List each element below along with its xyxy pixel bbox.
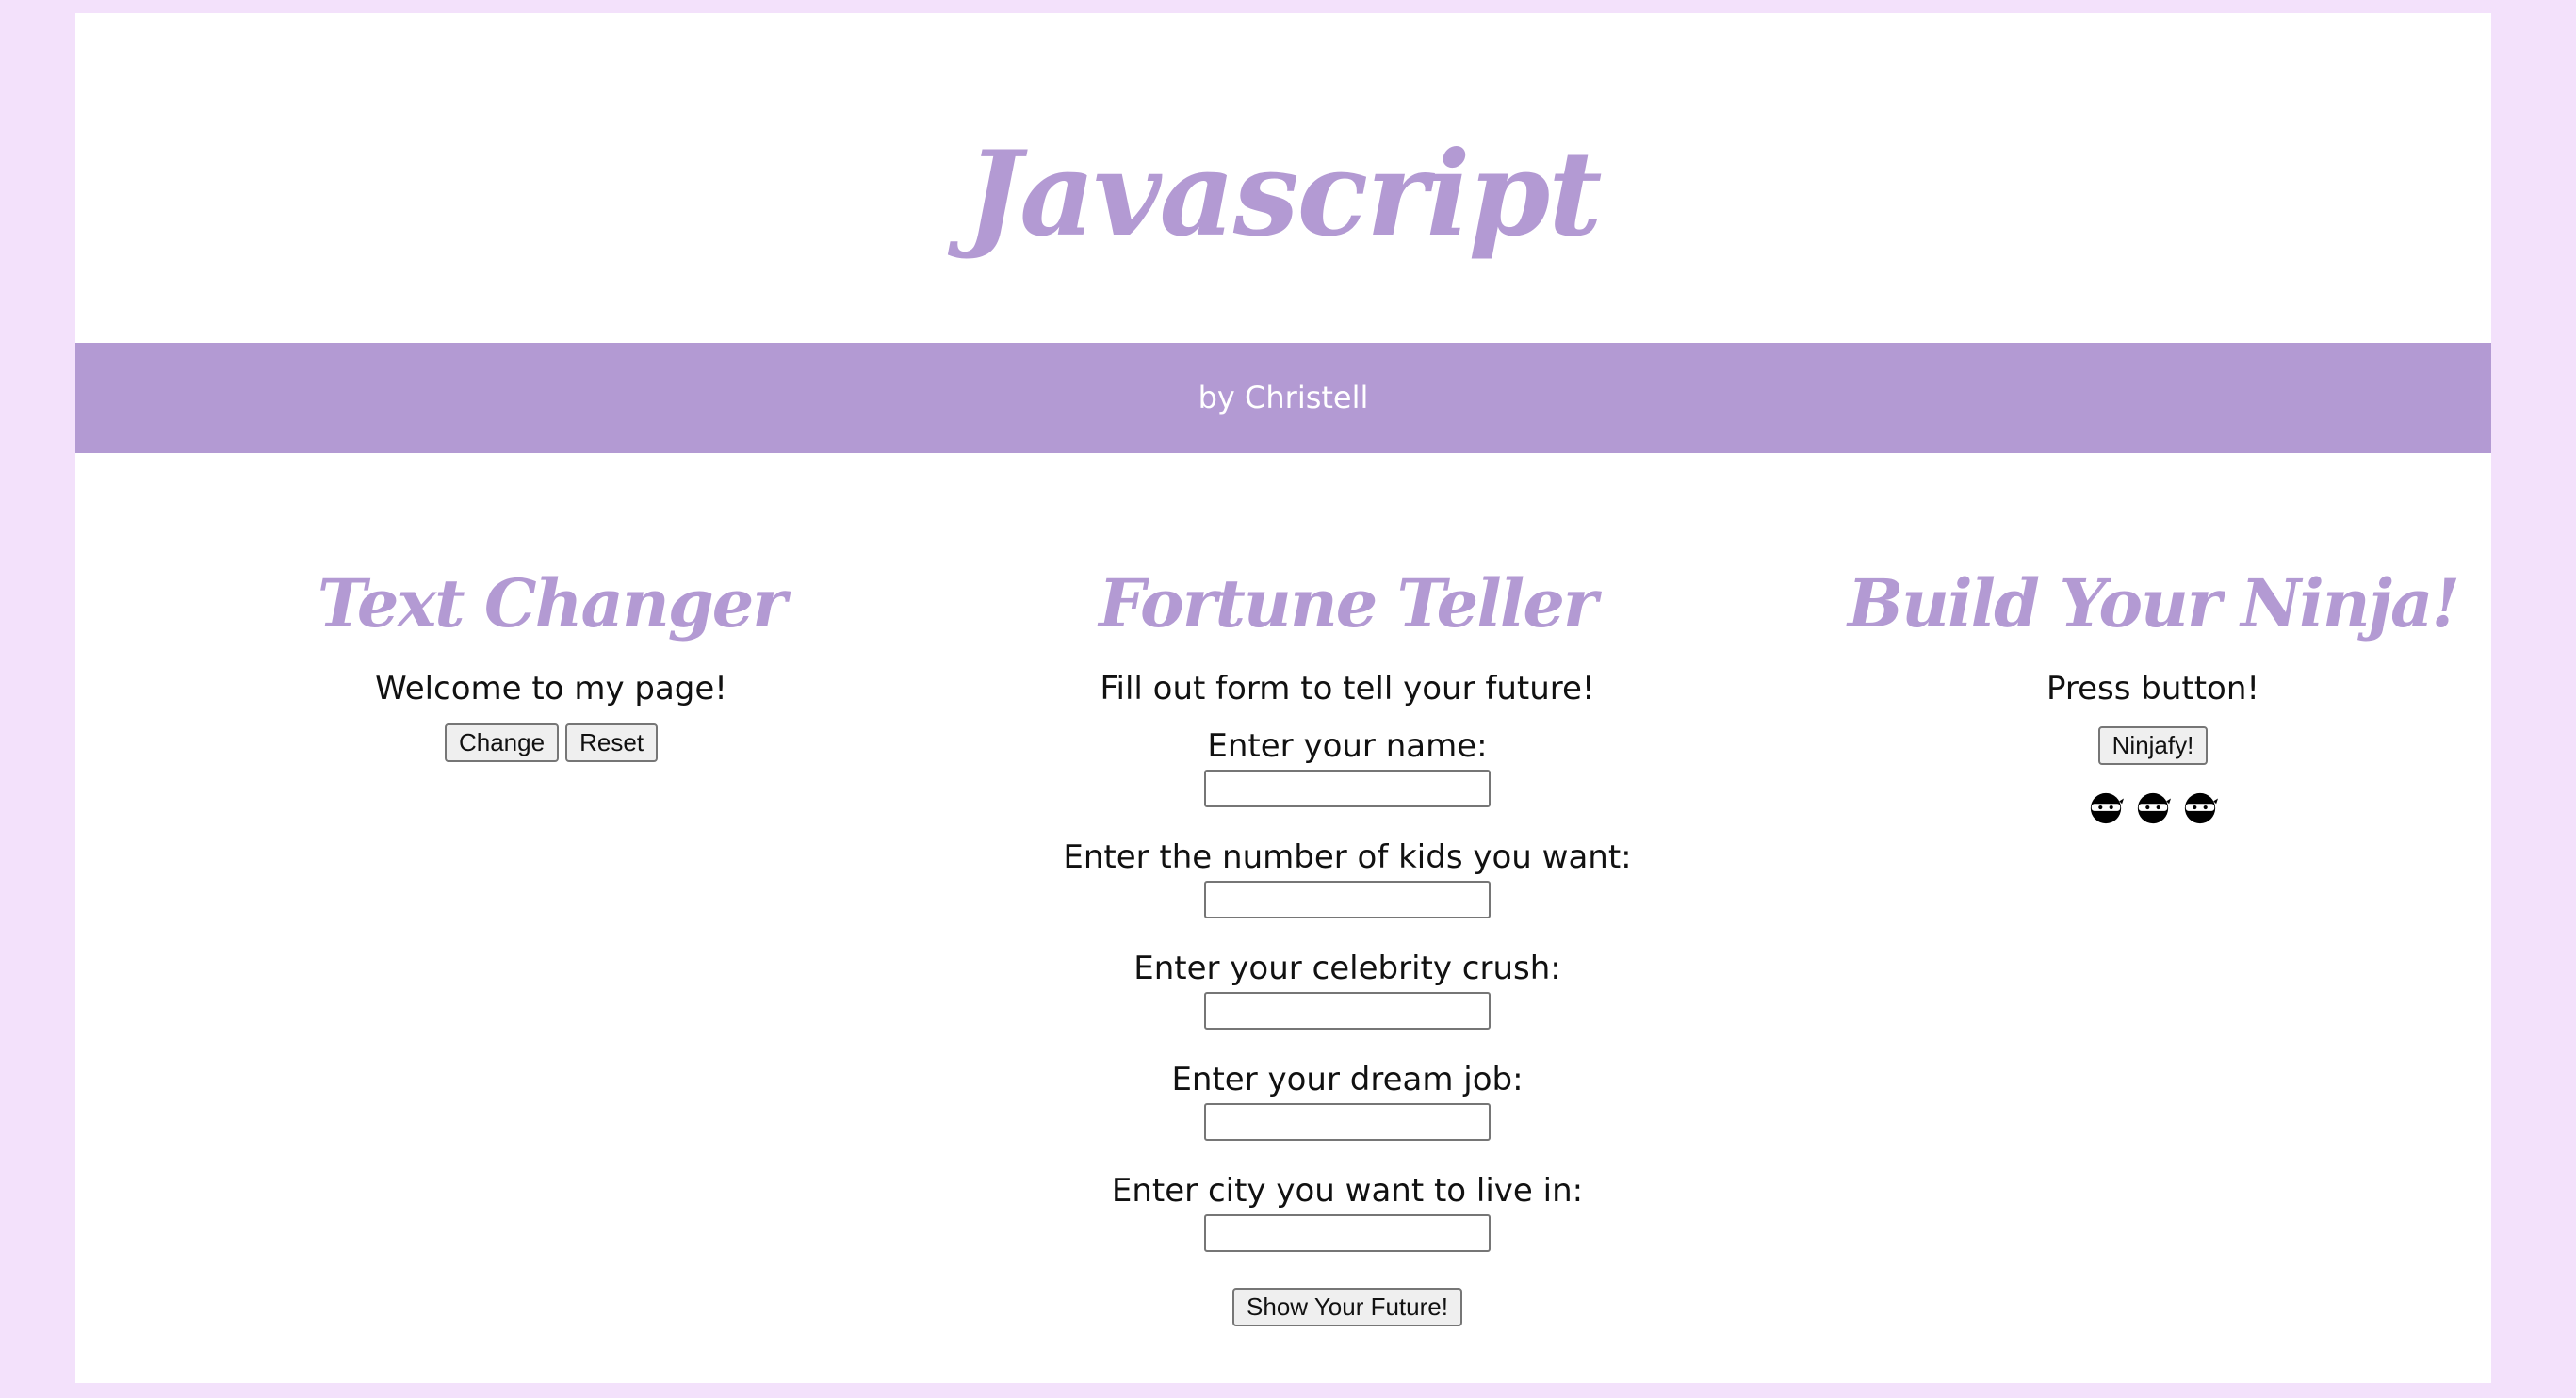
name-input[interactable]: [1204, 770, 1491, 807]
job-input[interactable]: [1204, 1103, 1491, 1141]
text-changer-section: Text Changer Welcome to my page! Change …: [170, 547, 933, 763]
fortune-teller-title: Fortune Teller: [1099, 564, 1598, 642]
header: Javascript: [75, 13, 2491, 343]
ninja-instruction: Press button!: [2046, 670, 2260, 707]
job-label: Enter your dream job:: [1171, 1061, 1524, 1098]
show-future-button[interactable]: Show Your Future!: [1232, 1288, 1462, 1326]
text-changer-title: Text Changer: [317, 564, 787, 642]
ninja-title: Build Your Ninja!: [1847, 564, 2460, 642]
ninjafy-button[interactable]: Ninjafy!: [2097, 726, 2209, 765]
ninja-button-row: Ninjafy!: [1715, 726, 2576, 766]
job-field-group: Enter your dream job:: [886, 1056, 1809, 1141]
fortune-intro-text: Fill out form to tell your future!: [1100, 670, 1595, 707]
author-byline: by Christell: [1198, 380, 1369, 415]
ninja-section: Build Your Ninja! Press button! Ninjafy!: [1715, 547, 2576, 826]
kids-label: Enter the number of kids you want:: [1063, 838, 1632, 876]
page-panel: Javascript by Christell Text Changer Wel…: [75, 13, 2491, 1383]
crush-label: Enter your celebrity crush:: [1133, 950, 1561, 987]
welcome-text: Welcome to my page!: [375, 670, 727, 707]
kids-field-group: Enter the number of kids you want:: [886, 834, 1809, 918]
ninja-icons: [1715, 790, 2576, 826]
ninja-icon: [2137, 792, 2171, 824]
ninja-icon: [2090, 792, 2124, 824]
reset-button[interactable]: Reset: [565, 723, 659, 762]
crush-field-group: Enter your celebrity crush:: [886, 945, 1809, 1030]
submit-row: Show Your Future!: [886, 1288, 1809, 1326]
byline-bar: by Christell: [75, 343, 2491, 453]
change-button[interactable]: Change: [444, 723, 560, 762]
fortune-form: Enter your name: Enter the number of kid…: [886, 723, 1809, 1252]
crush-input[interactable]: [1204, 992, 1491, 1030]
ninja-icon: [2184, 792, 2218, 824]
kids-input[interactable]: [1204, 881, 1491, 918]
name-label: Enter your name:: [1207, 727, 1488, 765]
text-changer-buttons: Change Reset: [170, 723, 933, 763]
city-input[interactable]: [1204, 1214, 1491, 1252]
fortune-teller-section: Fortune Teller Fill out form to tell you…: [886, 547, 1809, 1326]
page-title: Javascript: [966, 126, 1602, 263]
name-field-group: Enter your name:: [886, 723, 1809, 807]
city-label: Enter city you want to live in:: [1111, 1172, 1584, 1210]
city-field-group: Enter city you want to live in:: [886, 1167, 1809, 1252]
